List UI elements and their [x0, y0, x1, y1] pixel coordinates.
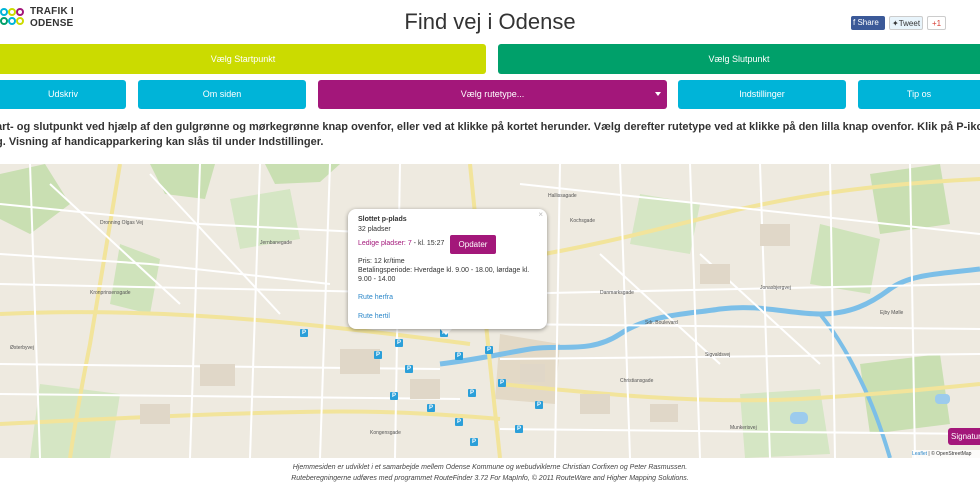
parking-marker[interactable]: P [468, 389, 476, 397]
instructions-line1: art- og slutpunkt ved hjælp af den gulgr… [0, 121, 980, 133]
street-label: Sdr. Boulevard [645, 320, 678, 326]
street-label: Østerbyvej [10, 345, 34, 351]
popup-price: Pris: 12 kr/time [358, 258, 405, 265]
parking-info-popup: × Slottet p-plads 32 pladser Ledige plad… [348, 209, 547, 329]
parking-marker[interactable]: P [300, 329, 308, 337]
street-label: Dronning Olgas Vej [100, 220, 143, 226]
parking-marker[interactable]: P [395, 339, 403, 347]
settings-button[interactable]: Indstillinger [678, 80, 846, 109]
park-area [0, 164, 70, 234]
parking-marker[interactable]: P [515, 425, 523, 433]
street-label: Munkerisvej [730, 425, 757, 431]
select-end-button[interactable]: Vælg Slutpunkt [498, 44, 980, 74]
route-to-link[interactable]: Rute hertil [358, 313, 390, 320]
park-area [150, 164, 215, 199]
street-label: Kronprinsensgade [90, 290, 131, 296]
popup-info: Pris: 12 kr/time Betalingsperiode: Hverd… [358, 257, 529, 284]
street-label: Hallissagade [548, 193, 577, 199]
park-area [810, 224, 880, 294]
street-label: Danmarksgade [600, 290, 634, 296]
pond [790, 412, 808, 424]
popup-free-spaces: Ledige pladser: 7 - kl. 15:27 [358, 240, 444, 247]
popup-capacity: 32 pladser [358, 226, 391, 233]
osm-attribution[interactable]: | © OpenStreetMap [927, 451, 971, 457]
update-button[interactable]: Opdater [450, 235, 496, 254]
instructions-line2: g. Visning af handicapparkering kan slås… [0, 136, 324, 148]
route-from-link[interactable]: Rute herfra [358, 294, 393, 301]
popup-title: Slottet p-plads [358, 216, 407, 223]
footer-line2: Ruteberegningerne udføres med programmet… [291, 475, 689, 482]
select-start-button[interactable]: Vælg Startpunkt [0, 44, 486, 74]
instructions-text: art- og slutpunkt ved hjælp af den gulgr… [0, 120, 980, 150]
signature-button[interactable]: Signatur [948, 428, 980, 445]
map-attribution: Leaflet | © OpenStreetMap [912, 450, 980, 458]
facebook-share-button[interactable]: f Share [851, 16, 885, 30]
header: TRAFIK I ODENSE Find vej i Odense f Shar… [0, 0, 980, 42]
footer-line1: Hjemmesiden er udviklet i et samarbejde … [292, 464, 688, 471]
parking-marker[interactable]: P [470, 438, 478, 446]
parking-marker[interactable]: P [535, 401, 543, 409]
parking-marker[interactable]: P [455, 352, 463, 360]
print-button[interactable]: Udskriv [0, 80, 126, 109]
twitter-icon: ✦ [892, 19, 899, 28]
street-label: Christiansgade [620, 378, 654, 384]
popup-period-cont: 9.00 - 14.00 [358, 276, 396, 283]
popup-pointer [439, 328, 453, 335]
popup-period: Betalingsperiode: Hverdage kl. 9.00 - 18… [358, 267, 530, 274]
free-spaces-time: - kl. 15:27 [411, 240, 445, 247]
share-label: Share [857, 18, 879, 27]
parking-marker[interactable]: P [498, 379, 506, 387]
about-button[interactable]: Om siden [138, 80, 306, 109]
page-title: Find vej i Odense [404, 9, 576, 34]
street-label: Kongensgade [370, 430, 401, 436]
pond [935, 394, 950, 404]
footer: Hjemmesiden er udviklet i et samarbejde … [0, 462, 980, 484]
parking-marker[interactable]: P [374, 351, 382, 359]
route-type-dropdown[interactable]: Vælg rutetype... [318, 80, 667, 109]
tweet-label: Tweet [898, 19, 921, 28]
street-label: Sigvaldsvej [705, 352, 730, 358]
tweet-button[interactable]: ✦Tweet [889, 16, 923, 30]
street-label: Jernbanegade [260, 240, 292, 246]
route-type-label: Vælg rutetype... [460, 89, 525, 99]
leaflet-link[interactable]: Leaflet [912, 451, 927, 457]
street-label: Kochsgade [570, 218, 595, 224]
street-label: Ejby Mølle [880, 310, 904, 316]
parking-marker[interactable]: P [455, 418, 463, 426]
free-spaces-value: Ledige pladser: 7 [358, 240, 412, 247]
close-icon[interactable]: × [538, 210, 543, 219]
parking-marker[interactable]: P [485, 346, 493, 354]
parking-marker[interactable]: P [427, 404, 435, 412]
caret-down-icon [655, 92, 661, 96]
google-plus-button[interactable]: +1 [927, 16, 946, 30]
parking-marker[interactable]: P [390, 392, 398, 400]
tip-us-button[interactable]: Tip os [858, 80, 980, 109]
street-label: Jonasbjergvej [760, 285, 791, 291]
parking-marker[interactable]: P [405, 365, 413, 373]
